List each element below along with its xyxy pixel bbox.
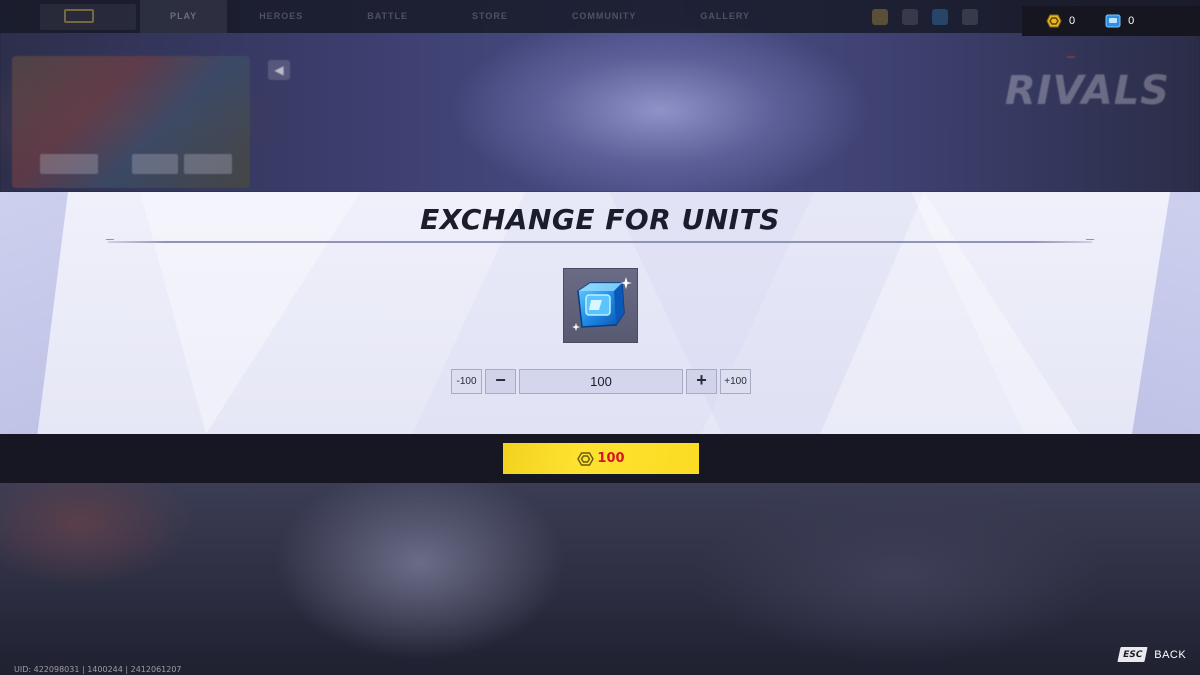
units-icon[interactable] <box>932 9 948 25</box>
quantity-stepper: -100 − 100 + +100 <box>451 369 751 394</box>
nav-logo <box>40 4 136 30</box>
tab-store[interactable]: STORE <box>440 0 540 33</box>
lattice-icon[interactable] <box>872 9 888 25</box>
units-crystal-icon <box>572 277 632 331</box>
lattice-currency-icon <box>577 451 595 466</box>
back-label: BACK <box>1154 648 1187 661</box>
tab-gallery[interactable]: GALLERY <box>668 0 782 33</box>
banner-tile <box>40 154 98 174</box>
lattice-currency-icon <box>1046 14 1062 28</box>
item-preview <box>563 268 638 343</box>
uid-text: UID: 422098031 | 1400244 | 2412061207 <box>14 665 182 674</box>
units-currency: 0 <box>1105 14 1134 28</box>
tab-play[interactable]: PLAY <box>140 0 228 33</box>
currency-display: 0 0 <box>1022 6 1200 36</box>
logo-text: RIVALS <box>1004 68 1170 114</box>
game-logo: RIVALS <box>1004 56 1170 114</box>
title-divider <box>108 241 1092 243</box>
logo-badge <box>1066 56 1075 58</box>
lattice-currency: 0 <box>1046 14 1075 28</box>
background-scene-bottom <box>0 483 1200 675</box>
esc-key-hint: ESC <box>1117 647 1148 662</box>
friends-icon[interactable] <box>902 9 918 25</box>
settings-icon[interactable] <box>962 9 978 25</box>
nav-logo-mark <box>64 9 94 23</box>
tab-community[interactable]: COMMUNITY <box>540 0 669 33</box>
quantity-input[interactable]: 100 <box>519 369 683 394</box>
increment-button[interactable]: + <box>686 369 717 394</box>
back-button[interactable]: ESC BACK <box>1117 647 1187 662</box>
tab-battle[interactable]: BATTLE <box>335 0 440 33</box>
units-currency-icon <box>1105 14 1121 28</box>
confirm-strip: 100 <box>0 434 1200 483</box>
nav-tabs: PLAY HEROES BATTLE STORE COMMUNITY GALLE… <box>140 0 782 33</box>
banner-tile <box>184 154 232 174</box>
decrement-100-button[interactable]: -100 <box>451 369 482 394</box>
banner-tile <box>132 154 178 174</box>
panel-title: EXCHANGE FOR UNITS <box>420 203 780 236</box>
top-navigation-bar: PLAY HEROES BATTLE STORE COMMUNITY GALLE… <box>0 0 1200 33</box>
collapse-arrow-icon: ◀ <box>268 60 290 80</box>
purchase-cost: 100 <box>597 451 625 466</box>
confirm-purchase-button[interactable]: 100 <box>503 443 699 474</box>
increment-100-button[interactable]: +100 <box>720 369 751 394</box>
tab-heroes[interactable]: HEROES <box>227 0 335 33</box>
units-count: 0 <box>1128 15 1135 27</box>
featured-banner <box>12 56 250 188</box>
exchange-panel: EXCHANGE FOR UNITS -100 − 100 + +100 <box>0 192 1200 434</box>
decrement-button[interactable]: − <box>485 369 516 394</box>
nav-icons <box>872 9 978 25</box>
lattice-count: 0 <box>1069 15 1076 27</box>
